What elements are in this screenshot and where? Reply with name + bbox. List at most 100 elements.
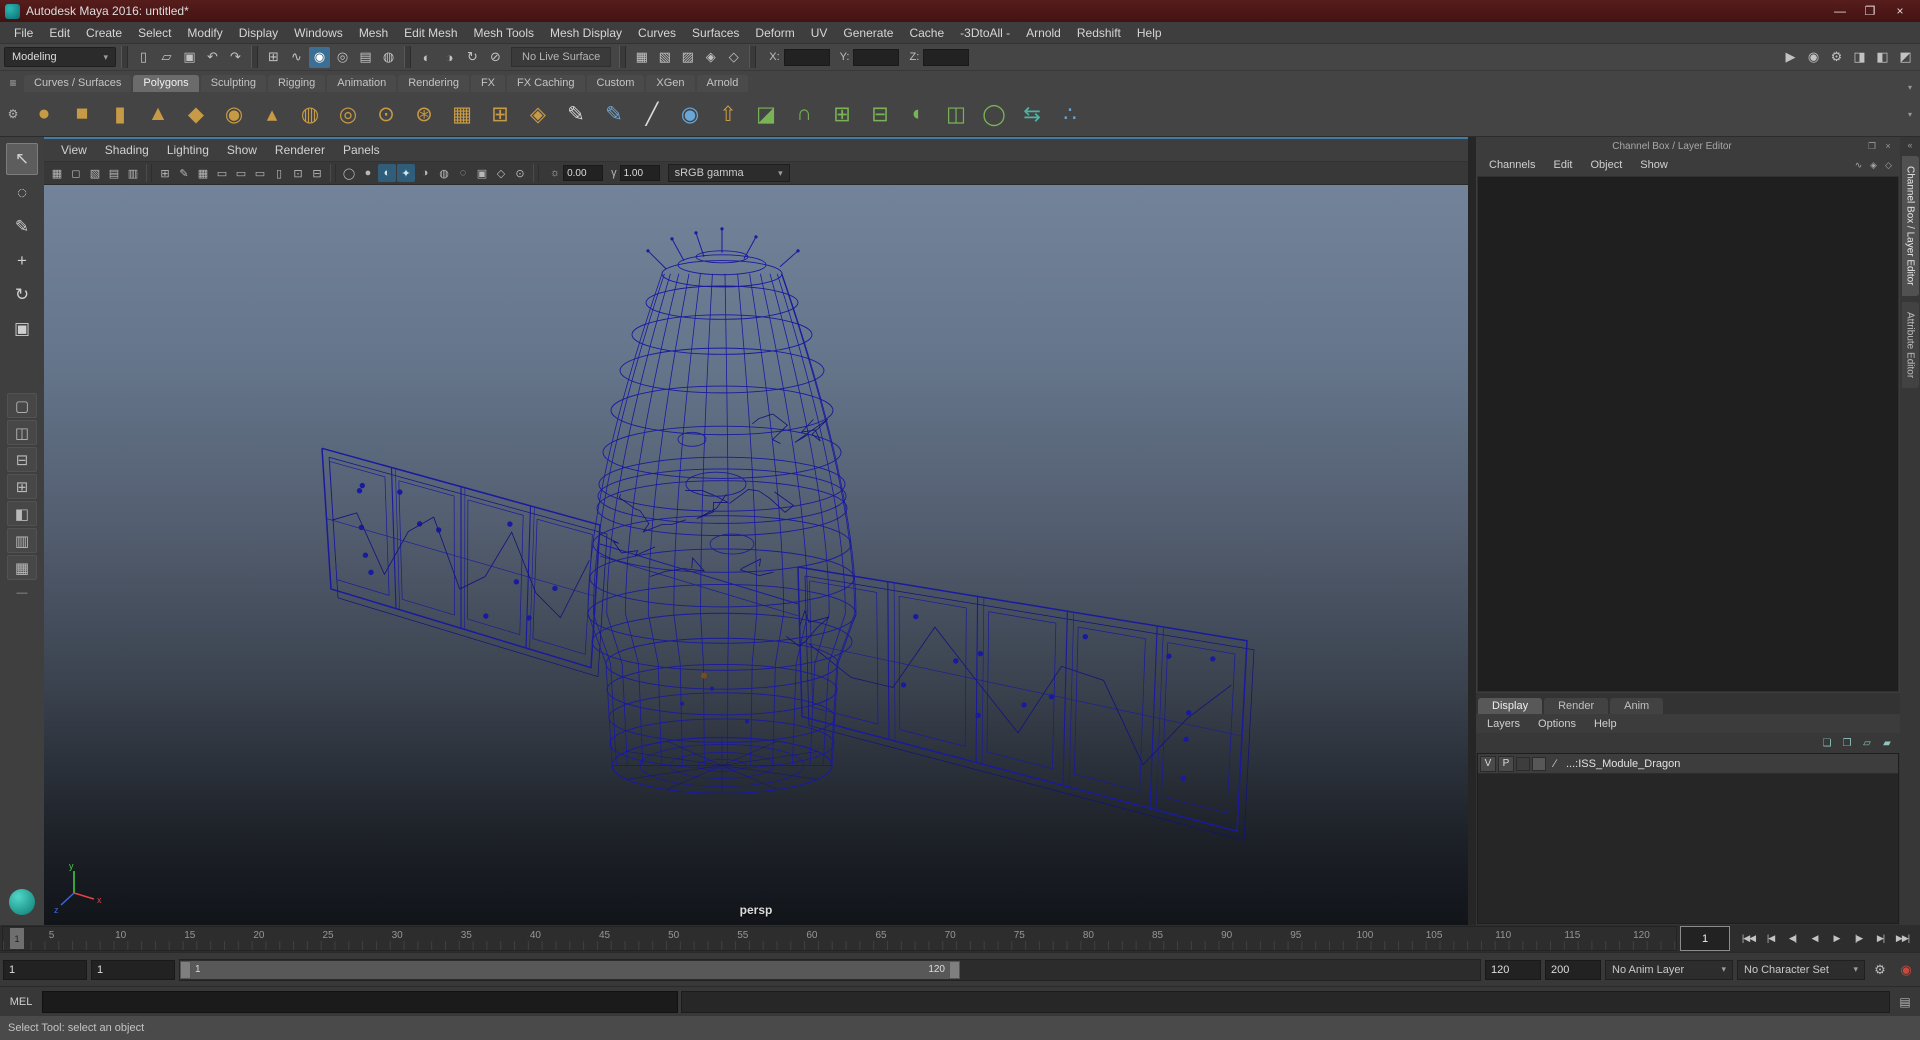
channel-box-menu[interactable]: Channels — [1480, 159, 1544, 171]
poly-platonic-icon[interactable]: ◆ — [178, 96, 214, 132]
layer-name[interactable]: ...:ISS_Module_Dragon — [1564, 758, 1680, 770]
wireframe-mode-icon[interactable]: ◯ — [340, 164, 358, 182]
dock-panel-icon[interactable]: ❐ — [1864, 141, 1880, 152]
single-pane-layout-button[interactable]: ▢ — [7, 393, 37, 418]
sidebar-vertical-tab[interactable]: Attribute Editor — [1901, 301, 1919, 388]
camera-attributes-icon[interactable]: ▧ — [86, 164, 104, 182]
shelf-tab[interactable]: Rigging — [267, 75, 326, 92]
layer-playback-toggle[interactable]: P — [1498, 755, 1514, 772]
grid-icon[interactable]: ▦ — [194, 164, 212, 182]
step-back-frame-button[interactable]: ◀| — [1782, 928, 1803, 949]
persp-outliner-layout-button[interactable]: ◧ — [7, 501, 37, 526]
poly-pipe-icon[interactable]: ◍ — [292, 96, 328, 132]
select-camera-icon[interactable]: ▦ — [48, 164, 66, 182]
toolbar-group-collapse[interactable] — [404, 46, 411, 68]
menubar-item[interactable]: Edit — [41, 26, 78, 40]
exposure-icon[interactable]: ☼ — [550, 167, 560, 179]
render-settings-icon[interactable]: ⚙ — [1826, 47, 1847, 68]
y-coordinate-input[interactable] — [853, 48, 900, 66]
command-result-area[interactable] — [681, 990, 1890, 1013]
lock-selection-icon[interactable]: ◈ — [700, 47, 721, 68]
play-backwards-button[interactable]: ◀ — [1804, 928, 1825, 949]
panel-menu-item[interactable]: Show — [218, 143, 266, 157]
screen-space-ao-icon[interactable]: ◍ — [435, 164, 453, 182]
scale-tool[interactable]: ▣ — [6, 313, 38, 345]
grease-pencil-icon[interactable]: ✎ — [175, 164, 193, 182]
menubar-item[interactable]: Edit Mesh — [396, 26, 465, 40]
rotate-tool[interactable]: ↻ — [6, 279, 38, 311]
shelf-editor-gear-icon[interactable]: ⚙ — [2, 105, 24, 123]
menu-set-dropdown[interactable]: Modeling — [4, 47, 116, 67]
layer-editor-tab[interactable]: Render — [1544, 698, 1609, 714]
construction-history-icon[interactable]: ↻ — [462, 47, 483, 68]
time-slider-track[interactable]: 1 5 10 15 20 25 30 35 40 45 50 55 60 65 70 75 80 85 90 95 1… — [2, 926, 1677, 951]
layer-editor-tab[interactable]: Anim — [1610, 698, 1664, 714]
resolution-gate-icon[interactable]: ▭ — [232, 164, 250, 182]
two-pane-stacked-layout-button[interactable]: ⊟ — [7, 447, 37, 472]
character-set-dropdown[interactable]: No Character Set — [1737, 959, 1865, 980]
menubar-item[interactable]: Select — [130, 26, 179, 40]
menubar-item[interactable]: Redshift — [1069, 26, 1129, 40]
undo-icon[interactable]: ↶ — [202, 47, 223, 68]
extrude-icon[interactable]: ⇧ — [710, 96, 746, 132]
channel-stat-icon[interactable]: ◈ — [1866, 158, 1881, 173]
shelf-tab[interactable]: XGen — [646, 75, 695, 92]
poly-gear-icon[interactable]: ⊛ — [406, 96, 442, 132]
channel-box-menu[interactable]: Show — [1631, 159, 1677, 171]
step-forward-frame-button[interactable]: |▶ — [1848, 928, 1869, 949]
hypershade-persp-layout-button[interactable]: ▦ — [7, 555, 37, 580]
menubar-item[interactable]: Mesh Tools — [466, 26, 542, 40]
move-tool[interactable]: + — [6, 245, 38, 277]
quad-draw-icon[interactable]: ✎ — [596, 96, 632, 132]
command-line-language-toggle[interactable]: MEL — [3, 996, 39, 1008]
panel-menu-item[interactable]: Panels — [334, 143, 389, 157]
go-to-end-button[interactable]: ▶▶| — [1892, 928, 1913, 949]
bridge-icon[interactable]: ∩ — [786, 96, 822, 132]
new-empty-layer-icon[interactable]: ▱ — [1859, 735, 1875, 751]
shelf-overflow-icon[interactable]: ▾ — [1902, 83, 1918, 92]
shelf-tab[interactable]: FX Caching — [507, 75, 585, 92]
show-tool-settings-icon[interactable]: ◧ — [1872, 47, 1893, 68]
show-attribute-editor-icon[interactable]: ◨ — [1849, 47, 1870, 68]
toolbar-group-collapse[interactable] — [749, 46, 757, 68]
range-slider-track[interactable]: 1 120 — [179, 958, 1481, 981]
layer-move-down-icon[interactable]: ❐ — [1839, 735, 1855, 751]
toolbar-group-collapse[interactable] — [121, 46, 128, 68]
new-scene-icon[interactable]: ▯ — [133, 47, 154, 68]
layer-color-swatch[interactable] — [1532, 756, 1546, 771]
channel-box-menu[interactable]: Object — [1581, 159, 1631, 171]
lock-camera-icon[interactable]: ◻ — [67, 164, 85, 182]
four-pane-layout-button[interactable]: ⊞ — [7, 474, 37, 499]
xray-mode-icon[interactable]: ◇ — [492, 164, 510, 182]
boolean-icon[interactable]: ◐ — [900, 96, 936, 132]
z-coordinate-input[interactable] — [923, 48, 970, 66]
save-scene-icon[interactable]: ▣ — [179, 47, 200, 68]
script-editor-icon[interactable]: ▤ — [1893, 991, 1917, 1013]
layer-display-type-box[interactable] — [1516, 756, 1530, 771]
step-back-key-button[interactable]: |◀ — [1760, 928, 1781, 949]
toolbar-group-collapse[interactable] — [251, 46, 258, 68]
poly-sphere-smooth-icon[interactable]: ◉ — [216, 96, 252, 132]
poly-disc-icon[interactable]: ⊙ — [368, 96, 404, 132]
field-chart-icon[interactable]: ▯ — [270, 164, 288, 182]
gamma-input[interactable] — [619, 165, 660, 181]
menubar-item[interactable]: Arnold — [1018, 26, 1069, 40]
select-component-mask-icon[interactable]: ▨ — [677, 47, 698, 68]
menubar-item[interactable]: Generate — [835, 26, 901, 40]
panel-menu-item[interactable]: Shading — [96, 143, 158, 157]
film-gate-icon[interactable]: ▭ — [213, 164, 231, 182]
go-to-start-button[interactable]: |◀◀ — [1738, 928, 1759, 949]
play-forwards-button[interactable]: ▶ — [1826, 928, 1847, 949]
output-connections-icon[interactable]: ◑ — [439, 47, 460, 68]
panel-menu-item[interactable]: View — [52, 143, 96, 157]
shelf-tab[interactable]: Sculpting — [200, 75, 266, 92]
menubar-item[interactable]: Mesh — [351, 26, 396, 40]
bookmarks-icon[interactable]: ▤ — [105, 164, 123, 182]
toolbar-group-collapse[interactable] — [619, 46, 627, 68]
color-space-dropdown[interactable]: sRGB gamma — [667, 164, 790, 182]
image-plane-icon[interactable]: ▥ — [124, 164, 142, 182]
textured-mode-icon[interactable]: ◐ — [378, 164, 396, 182]
smooth-shade-mode-icon[interactable]: ● — [359, 164, 377, 182]
isolate-select-icon[interactable]: ⊙ — [511, 164, 529, 182]
minimize-button[interactable]: — — [1825, 1, 1855, 21]
